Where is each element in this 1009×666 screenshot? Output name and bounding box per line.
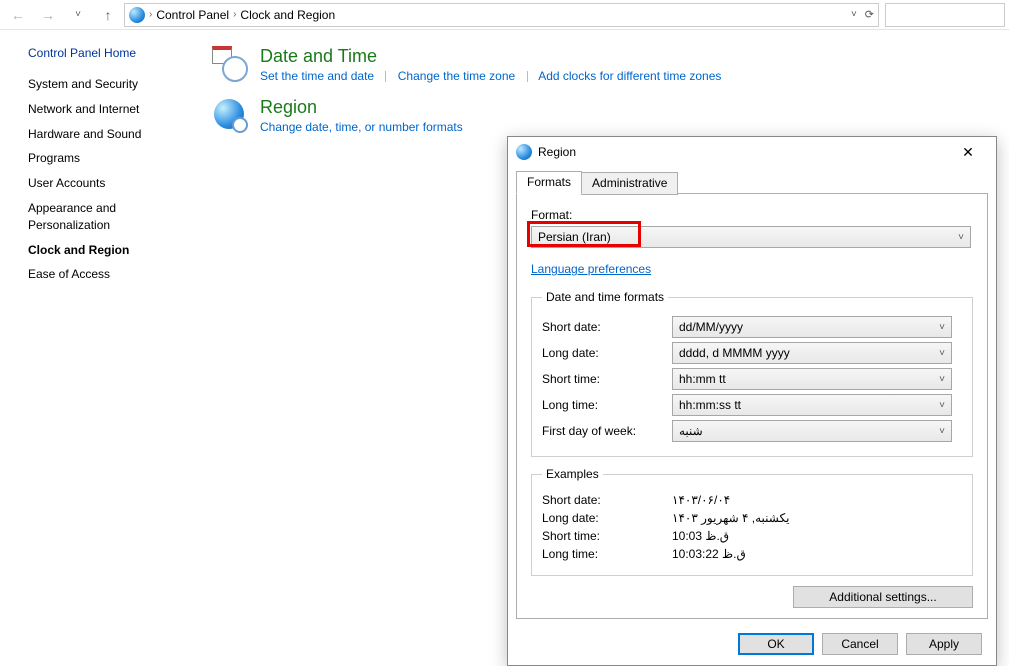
chevron-down-icon: ˅ xyxy=(939,426,945,437)
example-short-date-label: Short date: xyxy=(542,493,672,507)
example-long-date-value: یکشنبه, ۴ شهریور ۱۴۰۳ xyxy=(672,511,962,525)
search-input[interactable] xyxy=(885,3,1005,27)
link-add-clocks[interactable]: Add clocks for different time zones xyxy=(538,69,721,83)
example-short-time-value: 10:03 ق.ظ xyxy=(672,529,962,543)
chevron-down-icon: ˅ xyxy=(939,348,945,359)
example-short-time-label: Short time: xyxy=(542,529,672,543)
short-time-select[interactable]: hh:mm tt ˅ xyxy=(672,368,952,390)
chevron-down-icon: ˅ xyxy=(939,322,945,333)
example-long-time-value: 10:03:22 ق.ظ xyxy=(672,547,962,561)
sidebar-item-system-security[interactable]: System and Security xyxy=(28,76,192,93)
sidebar: Control Panel Home System and Security N… xyxy=(0,30,200,651)
sidebar-item-user-accounts[interactable]: User Accounts xyxy=(28,175,192,192)
section-date-time: Date and Time Set the time and date Chan… xyxy=(212,46,721,83)
long-date-select[interactable]: dddd, d MMMM yyyy ˅ xyxy=(672,342,952,364)
example-short-date: Short date: ۱۴۰۳/۰۶/۰۴ xyxy=(542,493,962,507)
chevron-right-icon: › xyxy=(233,9,236,20)
address-bar: ← → ˅ ↑ › Control Panel › Clock and Regi… xyxy=(0,0,1009,30)
long-time-value: hh:mm:ss tt xyxy=(679,398,741,412)
sidebar-item-network-internet[interactable]: Network and Internet xyxy=(28,101,192,118)
tab-body: Format: Persian (Iran) ˅ Language prefer… xyxy=(516,193,988,619)
first-day-select[interactable]: شنبه ˅ xyxy=(672,420,952,442)
tab-administrative[interactable]: Administrative xyxy=(581,172,678,195)
breadcrumb-item[interactable]: Control Panel xyxy=(156,8,229,22)
short-time-label: Short time: xyxy=(542,372,672,386)
chevron-right-icon: › xyxy=(149,9,152,20)
format-label: Format: xyxy=(531,208,973,222)
short-date-label: Short date: xyxy=(542,320,672,334)
additional-settings-button[interactable]: Additional settings... xyxy=(793,586,973,608)
sidebar-item-ease-of-access[interactable]: Ease of Access xyxy=(28,266,192,283)
short-time-value: hh:mm tt xyxy=(679,372,726,386)
short-date-value: dd/MM/yyyy xyxy=(679,320,743,334)
dropdown-icon[interactable]: ˅ xyxy=(851,9,857,20)
region-heading[interactable]: Region xyxy=(260,97,463,118)
group-date-time-formats: Date and time formats Short date: dd/MM/… xyxy=(531,290,973,457)
sidebar-item-programs[interactable]: Programs xyxy=(28,150,192,167)
row-short-date: Short date: dd/MM/yyyy ˅ xyxy=(542,316,962,338)
link-change-formats[interactable]: Change date, time, or number formats xyxy=(260,120,463,134)
region-dialog: Region ✕ Formats Administrative Format: … xyxy=(507,136,997,666)
tab-strip: Formats Administrative xyxy=(508,167,996,194)
dialog-titlebar[interactable]: Region ✕ xyxy=(508,137,996,167)
language-preferences-link[interactable]: Language preferences xyxy=(531,262,651,276)
long-date-value: dddd, d MMMM yyyy xyxy=(679,346,790,360)
chevron-down-icon: ˅ xyxy=(939,400,945,411)
sidebar-item-clock-region[interactable]: Clock and Region xyxy=(28,242,192,259)
apply-button[interactable]: Apply xyxy=(906,633,982,655)
sidebar-item-hardware-sound[interactable]: Hardware and Sound xyxy=(28,126,192,143)
dialog-title: Region xyxy=(538,145,942,159)
row-long-date: Long date: dddd, d MMMM yyyy ˅ xyxy=(542,342,962,364)
back-button[interactable]: ← xyxy=(4,2,32,28)
region-icon xyxy=(212,97,248,133)
example-long-date-label: Long date: xyxy=(542,511,672,525)
example-long-date: Long date: یکشنبه, ۴ شهریور ۱۴۰۳ xyxy=(542,511,962,525)
cancel-button[interactable]: Cancel xyxy=(822,633,898,655)
group-examples-title: Examples xyxy=(542,467,603,481)
section-region: Region Change date, time, or number form… xyxy=(212,97,721,134)
long-date-label: Long date: xyxy=(542,346,672,360)
refresh-icon[interactable]: ⟳ xyxy=(865,8,874,21)
first-day-value: شنبه xyxy=(679,424,703,438)
chevron-down-icon: ˅ xyxy=(958,232,964,243)
date-time-icon xyxy=(212,46,248,82)
link-set-time-date[interactable]: Set the time and date xyxy=(260,69,374,83)
format-select[interactable]: Persian (Iran) ˅ xyxy=(531,226,971,248)
example-short-time: Short time: 10:03 ق.ظ xyxy=(542,529,962,543)
dialog-button-row: OK Cancel Apply xyxy=(508,627,996,665)
date-time-heading[interactable]: Date and Time xyxy=(260,46,721,67)
sidebar-item-appearance[interactable]: Appearance and Personalization xyxy=(28,200,192,234)
link-change-time-zone[interactable]: Change the time zone xyxy=(398,69,515,83)
group-examples: Examples Short date: ۱۴۰۳/۰۶/۰۴ Long dat… xyxy=(531,467,973,576)
control-panel-icon xyxy=(129,7,145,23)
forward-button[interactable]: → xyxy=(34,2,62,28)
example-long-time-label: Long time: xyxy=(542,547,672,561)
divider xyxy=(527,71,528,82)
group-date-time-formats-title: Date and time formats xyxy=(542,290,668,304)
row-first-day-of-week: First day of week: شنبه ˅ xyxy=(542,420,962,442)
close-button[interactable]: ✕ xyxy=(948,138,988,166)
chevron-down-icon: ˅ xyxy=(939,374,945,385)
example-long-time: Long time: 10:03:22 ق.ظ xyxy=(542,547,962,561)
example-short-date-value: ۱۴۰۳/۰۶/۰۴ xyxy=(672,493,962,507)
row-short-time: Short time: hh:mm tt ˅ xyxy=(542,368,962,390)
globe-icon xyxy=(516,144,532,160)
breadcrumb[interactable]: › Control Panel › Clock and Region ˅ ⟳ xyxy=(124,3,879,27)
long-time-select[interactable]: hh:mm:ss tt ˅ xyxy=(672,394,952,416)
row-long-time: Long time: hh:mm:ss tt ˅ xyxy=(542,394,962,416)
first-day-label: First day of week: xyxy=(542,424,672,438)
up-button[interactable]: ↑ xyxy=(94,2,122,28)
long-time-label: Long time: xyxy=(542,398,672,412)
tab-formats[interactable]: Formats xyxy=(516,171,582,194)
recent-locations-button[interactable]: ˅ xyxy=(64,2,92,28)
divider xyxy=(385,71,386,82)
ok-button[interactable]: OK xyxy=(738,633,814,655)
control-panel-home-link[interactable]: Control Panel Home xyxy=(28,46,192,60)
breadcrumb-item[interactable]: Clock and Region xyxy=(240,8,335,22)
format-select-value: Persian (Iran) xyxy=(538,230,611,244)
short-date-select[interactable]: dd/MM/yyyy ˅ xyxy=(672,316,952,338)
